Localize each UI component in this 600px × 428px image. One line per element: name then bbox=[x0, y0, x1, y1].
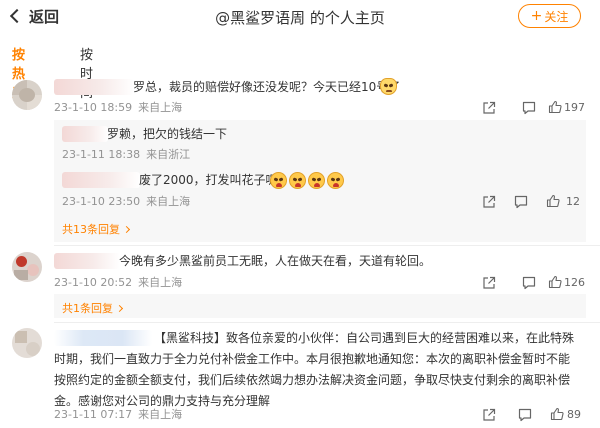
like-count: 89 bbox=[567, 408, 581, 421]
divider bbox=[54, 245, 600, 246]
reply-location: 来自浙江 bbox=[146, 148, 191, 161]
comment-location: 来自上海 bbox=[138, 101, 183, 114]
share-icon[interactable] bbox=[482, 408, 496, 422]
comment-text: 【黑鲨科技】致各位亲爱的小伙伴：自公司遇到巨大的经营困难以来，在此特殊时期，我们… bbox=[54, 331, 575, 408]
chevron-right-icon bbox=[122, 225, 131, 233]
angry-emoji bbox=[289, 172, 306, 189]
comment-text: 罗总，裁员的赔偿好像还没发呢？今天已经10号了 bbox=[133, 80, 401, 94]
more-replies-label: 共13条回复 bbox=[62, 223, 120, 236]
comment-meta: 23-1-10 20:52 来自上海 bbox=[54, 276, 182, 290]
divider bbox=[54, 322, 600, 323]
comment-icon[interactable] bbox=[522, 276, 536, 290]
follow-button[interactable]: + 关注 bbox=[518, 4, 581, 28]
chevron-right-icon bbox=[115, 304, 124, 312]
avatar[interactable] bbox=[12, 252, 42, 282]
share-icon[interactable] bbox=[482, 276, 496, 290]
like-count: 197 bbox=[564, 101, 585, 114]
angry-emoji bbox=[270, 172, 287, 189]
like-icon[interactable] bbox=[548, 100, 562, 114]
comment-icon[interactable] bbox=[522, 101, 536, 115]
comment-meta: 23-1-10 18:59 来自上海 bbox=[54, 101, 182, 115]
username-masked[interactable] bbox=[54, 253, 120, 269]
follow-label: 关注 bbox=[544, 9, 569, 24]
page-title: @黑鲨罗语周 的个人主页 bbox=[215, 9, 385, 27]
reply-box bbox=[54, 294, 586, 318]
comment-location: 来自上海 bbox=[138, 276, 183, 289]
comment-time: 23-1-10 18:59 bbox=[54, 101, 133, 114]
reply-time: 23-1-10 23:50 bbox=[62, 195, 141, 208]
like-icon[interactable] bbox=[546, 194, 560, 208]
comment-text: 今晚有多少黑鲨前员工无眠，人在做天在看，天道有轮回。 bbox=[119, 254, 432, 268]
more-replies-link[interactable]: 共13条回复 bbox=[62, 221, 131, 237]
share-icon[interactable] bbox=[482, 195, 496, 209]
plus-icon: + bbox=[530, 8, 543, 24]
reply-time: 23-1-11 18:38 bbox=[62, 148, 141, 161]
more-replies-label: 共1条回复 bbox=[62, 302, 113, 315]
comment-location: 来自上海 bbox=[138, 408, 183, 421]
top-bar: 返回 @黑鲨罗语周 的个人主页 + 关注 bbox=[0, 0, 600, 34]
more-replies-link[interactable]: 共1条回复 bbox=[62, 300, 124, 316]
angry-emoji bbox=[327, 172, 344, 189]
reply-meta: 23-1-10 23:50 来自上海 bbox=[62, 195, 190, 209]
share-icon[interactable] bbox=[482, 101, 496, 115]
avatar[interactable] bbox=[12, 80, 42, 110]
reply-username-masked[interactable] bbox=[62, 172, 140, 188]
comment-time: 23-1-11 07:17 bbox=[54, 408, 133, 421]
comment-meta: 23-1-11 07:17 来自上海 bbox=[54, 408, 182, 422]
angry-emoji bbox=[308, 172, 325, 189]
reply-text: 废了2000，打发叫花子呢 bbox=[139, 173, 278, 187]
like-count: 126 bbox=[564, 276, 585, 289]
comment-icon[interactable] bbox=[514, 195, 528, 209]
reply-text: 罗赖，把欠的钱结一下 bbox=[107, 127, 228, 141]
comment-icon[interactable] bbox=[518, 408, 532, 422]
reply-location: 来自上海 bbox=[146, 195, 191, 208]
username-masked[interactable] bbox=[54, 79, 134, 95]
avatar[interactable] bbox=[12, 328, 42, 358]
cat-emoji bbox=[380, 78, 397, 95]
reply-meta: 23-1-11 18:38 来自浙江 bbox=[62, 148, 190, 162]
like-icon[interactable] bbox=[550, 407, 564, 421]
like-icon[interactable] bbox=[548, 275, 562, 289]
reply-username-masked[interactable] bbox=[62, 126, 108, 142]
comment-time: 23-1-10 20:52 bbox=[54, 276, 133, 289]
like-count: 12 bbox=[566, 195, 580, 208]
